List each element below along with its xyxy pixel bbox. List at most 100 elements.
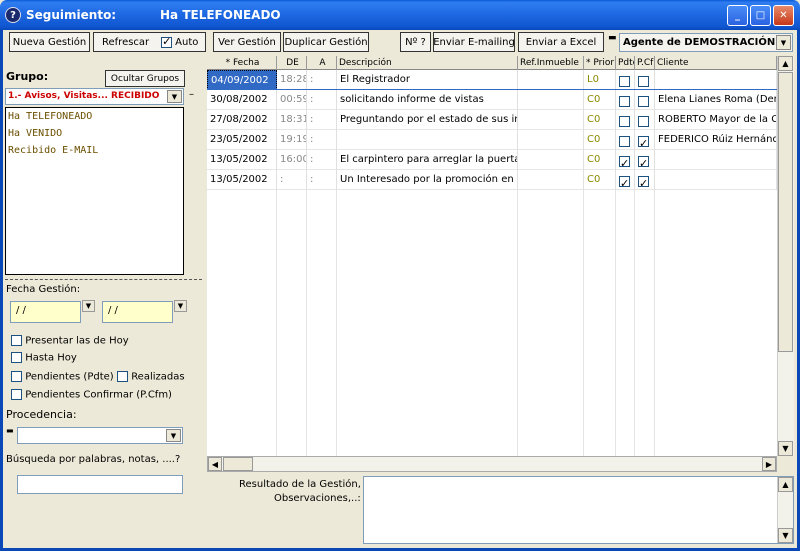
selected-row-indicator [207, 89, 777, 90]
grid-horizontal-scrollbar[interactable]: ◀ ▶ [207, 456, 777, 472]
table-row[interactable]: 04/09/2002 18:28: El Registrador L0 [207, 70, 777, 90]
pdte-checkbox[interactable] [619, 75, 630, 87]
col-de-header[interactable]: DE [277, 56, 307, 70]
cell-pdte[interactable] [616, 70, 635, 90]
cell-pdte[interactable] [616, 170, 635, 190]
agente-pin-icon[interactable]: ▬ [608, 33, 617, 43]
close-button[interactable]: ✕ [773, 5, 794, 26]
cell-a: : [307, 130, 337, 150]
cell-pcfm[interactable] [635, 110, 655, 130]
hasta-hoy-option[interactable]: Hasta Hoy [11, 352, 77, 364]
pcfm-checkbox[interactable] [638, 154, 649, 170]
busqueda-input[interactable] [17, 475, 183, 494]
pendientes-option[interactable]: Pendientes (Pdte) [11, 371, 114, 383]
chevron-down-icon[interactable]: ▼ [166, 429, 181, 442]
refrescar-button[interactable]: Refrescar Auto [93, 32, 206, 52]
numero-button[interactable]: Nº ? [400, 32, 431, 52]
cell-desc: Un Interesado por la promoción en la [337, 170, 518, 190]
pcfm-checkbox[interactable] [638, 174, 649, 190]
scroll-down-icon[interactable]: ▼ [778, 528, 793, 543]
grupo-remove-icon[interactable]: – [189, 89, 194, 100]
resultado-textarea[interactable]: ▲ ▼ [363, 476, 794, 544]
grupo-list[interactable]: Ha TELEFONEADO Ha VENIDO Recibido E-MAIL [5, 107, 184, 275]
table-row[interactable]: 13/05/2002:: Un Interesado por la promoci… [207, 170, 777, 190]
pdte-checkbox[interactable] [619, 174, 630, 190]
pdte-checkbox[interactable] [619, 154, 630, 170]
cell-pcfm[interactable] [635, 150, 655, 170]
scroll-down-icon[interactable]: ▼ [778, 441, 793, 456]
agente-select[interactable]: Agente de DEMOSTRACIÓN ▼ [619, 33, 793, 52]
scroll-left-icon[interactable]: ◀ [208, 457, 222, 471]
pdte-checkbox[interactable] [619, 95, 630, 107]
cell-cliente: FEDERICO Rúiz Hernánde [655, 130, 777, 150]
grupo-list-item[interactable]: Ha VENIDO [8, 128, 62, 139]
col-ref-header[interactable]: Ref.Inmueble [518, 56, 584, 70]
grupo-list-item[interactable]: Ha TELEFONEADO [8, 111, 92, 122]
col-descripcion-header[interactable]: Descripción [337, 56, 518, 70]
cell-pcfm[interactable] [635, 90, 655, 110]
grupo-select[interactable]: 1.- Avisos, Visitas... RECIBIDO ▼ [5, 88, 184, 105]
col-a-header[interactable]: A [307, 56, 337, 70]
table-row[interactable]: 13/05/2002 16:00: El carpintero para arreg… [207, 150, 777, 170]
pendientes-checkbox[interactable] [11, 371, 22, 382]
pendientes-confirmar-option[interactable]: Pendientes Confirmar (P.Cfm) [11, 389, 172, 401]
cell-pdte[interactable] [616, 150, 635, 170]
gestiones-grid[interactable]: * Fecha DE A Descripción Ref.Inmueble * … [207, 56, 777, 456]
col-pcfm-header[interactable]: P.Cfm [635, 56, 655, 70]
presentar-hoy-checkbox[interactable] [11, 335, 22, 346]
scroll-h-thumb[interactable] [223, 457, 253, 471]
col-prior-header[interactable]: * Prior [584, 56, 616, 70]
procedencia-pin-icon[interactable]: ▬ [6, 426, 14, 435]
cell-pcfm[interactable] [635, 70, 655, 90]
chevron-down-icon[interactable]: ▼ [776, 35, 791, 50]
minimize-button[interactable]: _ [727, 5, 748, 26]
col-cliente-header[interactable]: Cliente [655, 56, 777, 70]
app-icon[interactable]: ? [5, 7, 21, 23]
cell-cliente [655, 170, 777, 190]
hasta-hoy-checkbox[interactable] [11, 352, 22, 363]
cell-de: 00:59 [277, 90, 307, 110]
grupo-list-item[interactable]: Recibido E-MAIL [8, 145, 98, 156]
pcfm-checkbox[interactable] [638, 115, 649, 127]
grid-vertical-scrollbar[interactable]: ▲ ▼ [777, 56, 794, 456]
maximize-button[interactable]: □ [750, 5, 771, 26]
chevron-down-icon[interactable]: ▼ [167, 90, 182, 103]
table-row[interactable]: 30/08/2002 00:59: solicitando informe de v… [207, 90, 777, 110]
pdte-checkbox[interactable] [619, 115, 630, 127]
pcfm-checkbox[interactable] [638, 95, 649, 107]
nueva-gestion-button[interactable]: Nueva Gestión [9, 32, 90, 52]
fecha-desde-dropdown-icon[interactable]: ▼ [82, 300, 95, 312]
fecha-hasta-dropdown-icon[interactable]: ▼ [174, 300, 187, 312]
col-fecha-header[interactable]: * Fecha [207, 56, 277, 70]
pcfm-checkbox[interactable] [638, 134, 649, 150]
resultado-scrollbar[interactable]: ▲ ▼ [777, 477, 793, 543]
cell-pdte[interactable] [616, 130, 635, 150]
fecha-desde-input[interactable]: / / [10, 301, 81, 323]
realizadas-checkbox[interactable] [117, 371, 128, 382]
scroll-thumb[interactable] [778, 72, 793, 352]
scroll-up-icon[interactable]: ▲ [778, 477, 793, 492]
table-row[interactable]: 23/05/200219:19: C0 FEDERICO Rúiz Hernánde [207, 130, 777, 150]
presentar-hoy-option[interactable]: Presentar las de Hoy [11, 335, 129, 347]
ocultar-grupos-button[interactable]: Ocultar Grupos [105, 70, 185, 87]
cell-pdte[interactable] [616, 90, 635, 110]
cell-pcfm[interactable] [635, 130, 655, 150]
procedencia-select[interactable]: ▼ [17, 427, 183, 444]
duplicar-gestion-button[interactable]: Duplicar Gestión [283, 32, 369, 52]
realizadas-option[interactable]: Realizadas [117, 371, 185, 383]
pdte-checkbox[interactable] [619, 135, 630, 147]
auto-checkbox[interactable] [161, 35, 173, 48]
cell-cliente [655, 150, 777, 170]
pcfm-checkbox[interactable] [638, 75, 649, 87]
cell-pcfm[interactable] [635, 170, 655, 190]
scroll-right-icon[interactable]: ▶ [762, 457, 776, 471]
enviar-emailing-button[interactable]: Enviar E-mailing [433, 32, 515, 52]
table-row[interactable]: 27/08/2002 18:31: Preguntando por el estad… [207, 110, 777, 130]
scroll-up-icon[interactable]: ▲ [778, 56, 793, 71]
ver-gestion-button[interactable]: Ver Gestión [213, 32, 281, 52]
col-pdte-header[interactable]: Pdte [616, 56, 635, 70]
fecha-hasta-input[interactable]: / / [102, 301, 173, 323]
pendientes-confirmar-checkbox[interactable] [11, 389, 22, 400]
cell-pdte[interactable] [616, 110, 635, 130]
enviar-excel-button[interactable]: Enviar a Excel [518, 32, 604, 52]
